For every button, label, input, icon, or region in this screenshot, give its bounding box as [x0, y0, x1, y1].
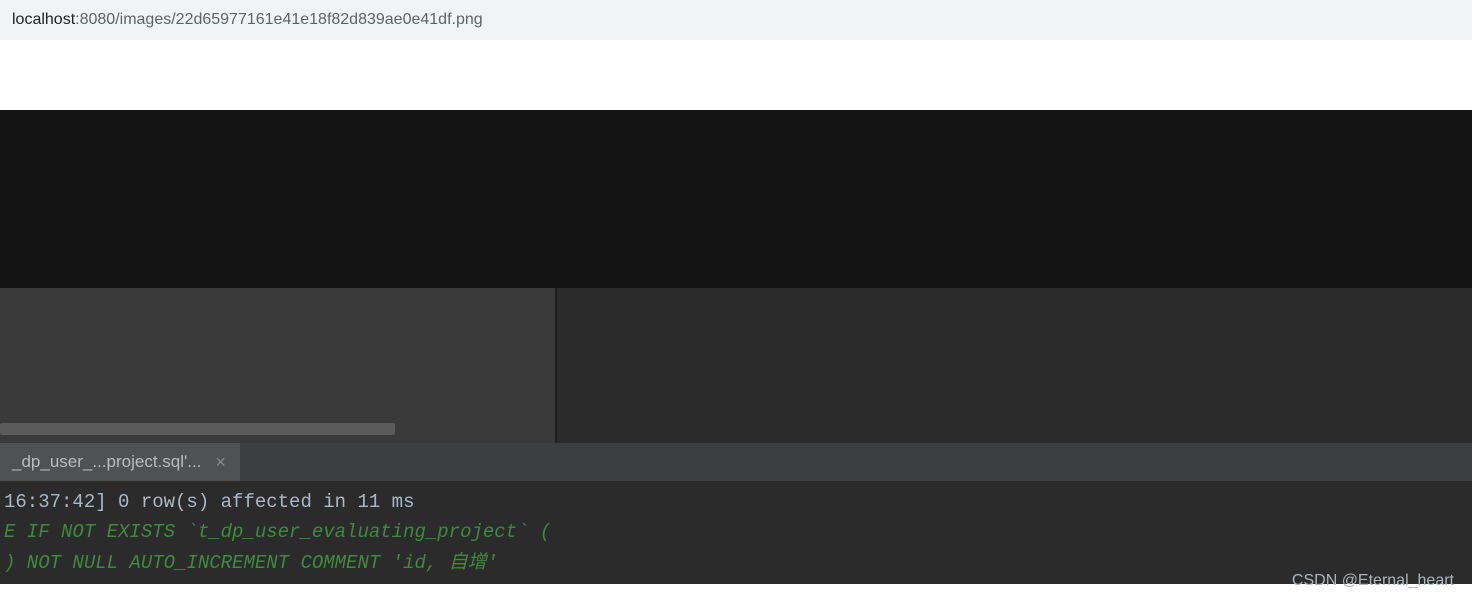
panel-area	[0, 288, 1472, 443]
horizontal-scrollbar[interactable]	[0, 423, 395, 435]
watermark: CSDN @Eternal_heart	[1292, 572, 1454, 590]
editor-dark-area	[0, 110, 1472, 288]
close-icon[interactable]: ×	[211, 452, 230, 473]
console-tab[interactable]: _dp_user_...project.sql'... ×	[0, 443, 240, 481]
panel-left	[0, 288, 555, 443]
console-tab-bar: _dp_user_...project.sql'... ×	[0, 443, 1472, 481]
tab-label: _dp_user_...project.sql'...	[12, 452, 201, 472]
url-host: localhost	[12, 11, 75, 29]
content-gap	[0, 40, 1472, 110]
console-sql-line: ) NOT NULL AUTO_INCREMENT COMMENT 'id, 自…	[4, 548, 1468, 578]
panel-right	[557, 288, 1472, 443]
console-status-line: 16:37:42] 0 row(s) affected in 11 ms	[4, 487, 1468, 517]
console-output: 16:37:42] 0 row(s) affected in 11 ms E I…	[0, 481, 1472, 584]
url-path: :8080/images/22d65977161e41e18f82d839ae0…	[75, 11, 483, 29]
console-sql-line: E IF NOT EXISTS `t_dp_user_evaluating_pr…	[4, 517, 1468, 547]
address-bar[interactable]: localhost:8080/images/22d65977161e41e18f…	[0, 0, 1472, 40]
